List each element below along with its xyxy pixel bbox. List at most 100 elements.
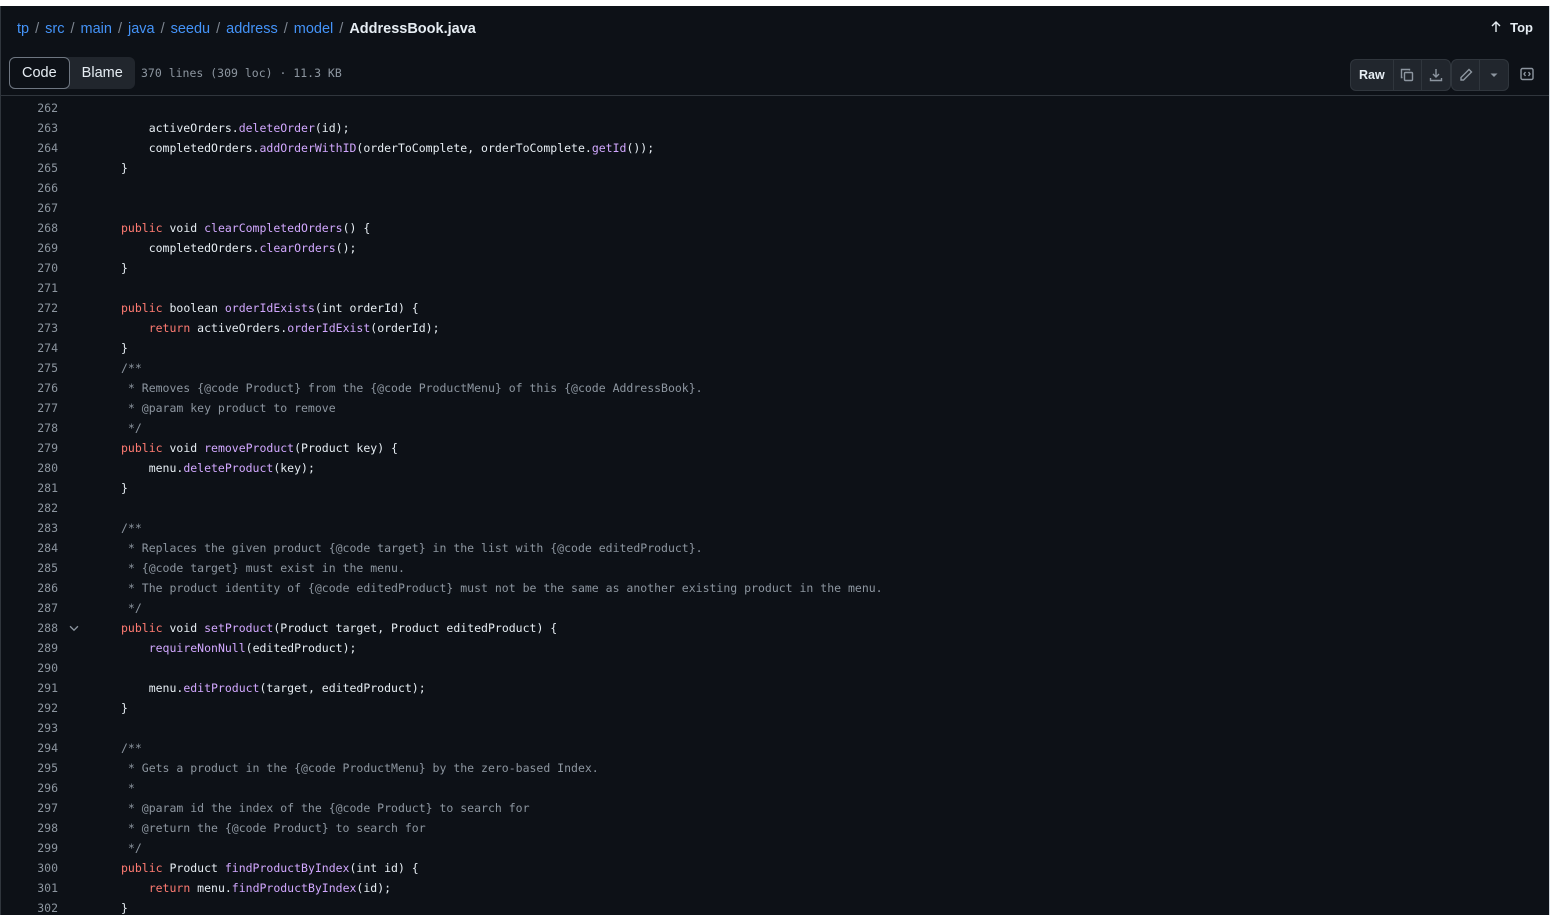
code-line: 302} xyxy=(1,898,1549,915)
line-number[interactable]: 287 xyxy=(1,598,58,618)
current-file-name: AddressBook.java xyxy=(349,21,476,37)
code-line: 279 public void removeProduct(Product key… xyxy=(1,438,1549,458)
breadcrumb-separator: / xyxy=(283,21,288,37)
line-number[interactable]: 272 xyxy=(1,298,58,318)
code-line: 299 */ xyxy=(1,838,1549,858)
code-line: 266 xyxy=(1,178,1549,198)
breadcrumb-separator: / xyxy=(117,21,122,37)
breadcrumb-link-seedu[interactable]: seedu xyxy=(171,21,211,37)
chevron-down-icon[interactable] xyxy=(67,621,81,635)
breadcrumb-link-tp[interactable]: tp xyxy=(17,21,29,37)
line-number[interactable]: 286 xyxy=(1,578,58,598)
code-text: * {@code target} must exist in the menu. xyxy=(121,561,405,575)
code-line: 280 menu.deleteProduct(key); xyxy=(1,458,1549,478)
line-number[interactable]: 291 xyxy=(1,678,58,698)
line-number[interactable]: 262 xyxy=(1,98,58,118)
line-number[interactable]: 281 xyxy=(1,478,58,498)
line-number[interactable]: 295 xyxy=(1,758,58,778)
tab-code[interactable]: Code xyxy=(9,57,70,89)
line-number[interactable]: 270 xyxy=(1,258,58,278)
code-line: 301 return menu.findProductByIndex(id); xyxy=(1,878,1549,898)
line-number[interactable]: 275 xyxy=(1,358,58,378)
code-text: } xyxy=(121,481,128,495)
line-number[interactable]: 288 xyxy=(1,618,58,638)
line-number[interactable]: 280 xyxy=(1,458,58,478)
symbols-panel-button[interactable] xyxy=(1512,59,1542,89)
line-number[interactable]: 265 xyxy=(1,158,58,178)
more-edit-options-button[interactable] xyxy=(1480,60,1508,90)
code-line: 281} xyxy=(1,478,1549,498)
copy-raw-button[interactable] xyxy=(1394,60,1422,90)
code-line: 268 public void clearCompletedOrders() { xyxy=(1,218,1549,238)
edit-button[interactable] xyxy=(1452,60,1480,90)
code-line: 264 completedOrders.addOrderWithID(order… xyxy=(1,138,1549,158)
code-text: } xyxy=(121,701,128,715)
file-meta: 370 lines (309 loc) · 11.3 KB xyxy=(141,66,342,80)
code-text: return activeOrders.orderIdExist(orderId… xyxy=(148,321,440,335)
line-number[interactable]: 277 xyxy=(1,398,58,418)
line-number[interactable]: 274 xyxy=(1,338,58,358)
raw-button[interactable]: Raw xyxy=(1351,60,1394,90)
breadcrumb-link-address[interactable]: address xyxy=(226,21,278,37)
line-number[interactable]: 297 xyxy=(1,798,58,818)
line-number[interactable]: 276 xyxy=(1,378,58,398)
line-number[interactable]: 271 xyxy=(1,278,58,298)
code-line: 293 xyxy=(1,718,1549,738)
line-number[interactable]: 269 xyxy=(1,238,58,258)
code-text: */ xyxy=(121,421,142,435)
line-number[interactable]: 263 xyxy=(1,118,58,138)
edit-actions-group xyxy=(1451,59,1509,91)
line-number[interactable]: 279 xyxy=(1,438,58,458)
line-number[interactable]: 285 xyxy=(1,558,58,578)
code-text: } xyxy=(121,261,128,275)
code-text: return menu.findProductByIndex(id); xyxy=(148,881,392,895)
line-number[interactable]: 300 xyxy=(1,858,58,878)
line-number[interactable]: 301 xyxy=(1,878,58,898)
breadcrumb-link-src[interactable]: src xyxy=(45,21,64,37)
code-text: * @param key product to remove xyxy=(121,401,336,415)
line-number[interactable]: 268 xyxy=(1,218,58,238)
breadcrumb-link-model[interactable]: model xyxy=(294,21,334,37)
code-line: 300 public Product findProductByIndex(int… xyxy=(1,858,1549,878)
line-number[interactable]: 292 xyxy=(1,698,58,718)
code-text: } xyxy=(121,341,128,355)
code-line: 270} xyxy=(1,258,1549,278)
line-number[interactable]: 284 xyxy=(1,538,58,558)
code-line: 277 * @param key product to remove xyxy=(1,398,1549,418)
line-number[interactable]: 264 xyxy=(1,138,58,158)
code-text: public boolean orderIdExists(int orderId… xyxy=(121,301,419,315)
code-line: 287 */ xyxy=(1,598,1549,618)
code-line: 276 * Removes {@code Product} from the {… xyxy=(1,378,1549,398)
line-number[interactable]: 298 xyxy=(1,818,58,838)
code-text: public Product findProductByIndex(int id… xyxy=(121,861,419,875)
line-number[interactable]: 267 xyxy=(1,198,58,218)
page-scrollbar[interactable] xyxy=(1549,6,1567,915)
tab-blame[interactable]: Blame xyxy=(70,57,135,89)
code-line: 285 * {@code target} must exist in the m… xyxy=(1,558,1549,578)
line-number[interactable]: 296 xyxy=(1,778,58,798)
line-number[interactable]: 299 xyxy=(1,838,58,858)
line-number[interactable]: 282 xyxy=(1,498,58,518)
breadcrumb-link-main[interactable]: main xyxy=(81,21,112,37)
code-text: * The product identity of {@code editedP… xyxy=(121,581,883,595)
line-number[interactable]: 273 xyxy=(1,318,58,338)
line-number[interactable]: 289 xyxy=(1,638,58,658)
breadcrumb-link-java[interactable]: java xyxy=(128,21,155,37)
code-view[interactable]: 262 263 activeOrders.deleteOrder(id); 264 … xyxy=(1,98,1549,915)
code-line: 289 requireNonNull(editedProduct); xyxy=(1,638,1549,658)
line-number[interactable]: 302 xyxy=(1,898,58,915)
code-line: 271 xyxy=(1,278,1549,298)
code-line: 278 */ xyxy=(1,418,1549,438)
code-line: 290 xyxy=(1,658,1549,678)
code-text: * xyxy=(121,781,135,795)
line-number[interactable]: 290 xyxy=(1,658,58,678)
download-button[interactable] xyxy=(1422,60,1450,90)
line-number[interactable]: 278 xyxy=(1,418,58,438)
line-number[interactable]: 266 xyxy=(1,178,58,198)
line-number[interactable]: 283 xyxy=(1,518,58,538)
file-toolbar: Code Blame 370 lines (309 loc) · 11.3 KB… xyxy=(1,52,1549,96)
line-number[interactable]: 293 xyxy=(1,718,58,738)
line-number[interactable]: 294 xyxy=(1,738,58,758)
code-line: 275 /** xyxy=(1,358,1549,378)
top-button[interactable]: Top xyxy=(1488,19,1533,35)
